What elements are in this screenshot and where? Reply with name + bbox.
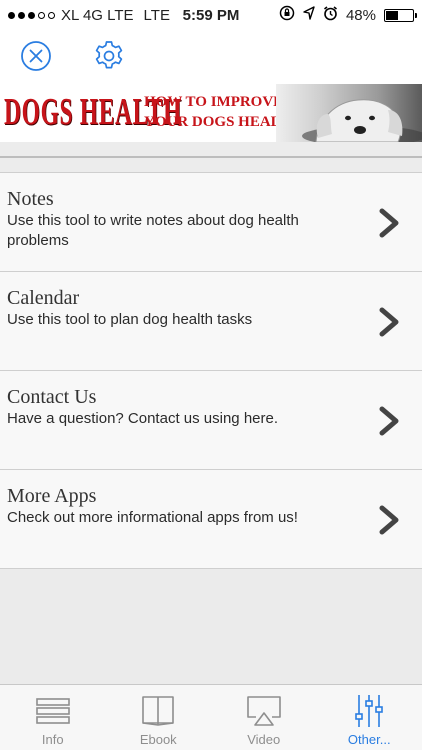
close-button[interactable] — [18, 38, 54, 74]
rotation-lock-icon — [279, 5, 295, 25]
alarm-icon — [323, 5, 338, 25]
menu-item-more-apps[interactable]: More Apps Check out more informational a… — [0, 470, 422, 569]
menu-item-title: Contact Us — [7, 386, 97, 408]
battery-percent: 48% — [345, 6, 376, 24]
airplay-icon — [246, 695, 282, 727]
chevron-right-icon — [379, 208, 399, 238]
network-label: LTE — [143, 6, 170, 24]
menu-item-description: Have a question? Contact us using here. — [7, 410, 279, 427]
tab-label: Video — [247, 732, 281, 747]
tab-ebook[interactable]: Ebook — [106, 685, 212, 750]
battery-icon — [384, 8, 417, 22]
menu-item-description: Use this tool to plan dog health tasks — [7, 311, 253, 328]
navigation-bar — [0, 30, 422, 84]
tab-label: Info — [41, 732, 64, 747]
menu-item-title: Notes — [7, 188, 54, 210]
sliders-icon — [351, 695, 387, 727]
tab-label: Ebook — [139, 732, 177, 747]
menu-item-title: More Apps — [7, 485, 97, 507]
menu-item-contact-us[interactable]: Contact Us Have a question? Contact us u… — [0, 371, 422, 470]
book-icon — [140, 695, 176, 727]
dog-photo — [276, 84, 422, 142]
menu-list: Notes Use this tool to write notes about… — [0, 172, 422, 569]
tab-video[interactable]: Video — [211, 685, 317, 750]
tab-label: Other... — [347, 732, 391, 747]
tab-info[interactable]: Info — [0, 685, 106, 750]
tab-other[interactable]: Other... — [317, 685, 422, 750]
dogs-health-banner[interactable]: DOGS HEALTH HOW TO IMPROVE YOUR DOGS HEA… — [0, 84, 422, 142]
menu-item-calendar[interactable]: Calendar Use this tool to plan dog healt… — [0, 272, 422, 371]
location-arrow-icon — [303, 6, 315, 24]
chevron-right-icon — [379, 406, 399, 436]
menu-item-description: Check out more informational apps from u… — [7, 509, 298, 526]
menu-item-description: Use this tool to write notes about dog h… — [7, 212, 299, 249]
menu-item-title: Calendar — [7, 287, 80, 309]
menu-item-notes[interactable]: Notes Use this tool to write notes about… — [0, 173, 422, 272]
settings-button[interactable] — [91, 38, 127, 74]
chevron-right-icon — [379, 307, 399, 337]
gear-icon — [95, 41, 123, 69]
tab-bar: Info Ebook Video Other... — [0, 684, 422, 750]
banner-separator — [0, 142, 422, 172]
list-icon — [35, 695, 71, 727]
status-bar: XL 4G LTE LTE 5:59 PM 48% — [0, 0, 422, 30]
carrier-label: XL 4G LTE — [61, 6, 134, 24]
signal-strength-icon — [8, 11, 55, 19]
chevron-right-icon — [379, 505, 399, 535]
close-circle-icon — [21, 41, 51, 71]
